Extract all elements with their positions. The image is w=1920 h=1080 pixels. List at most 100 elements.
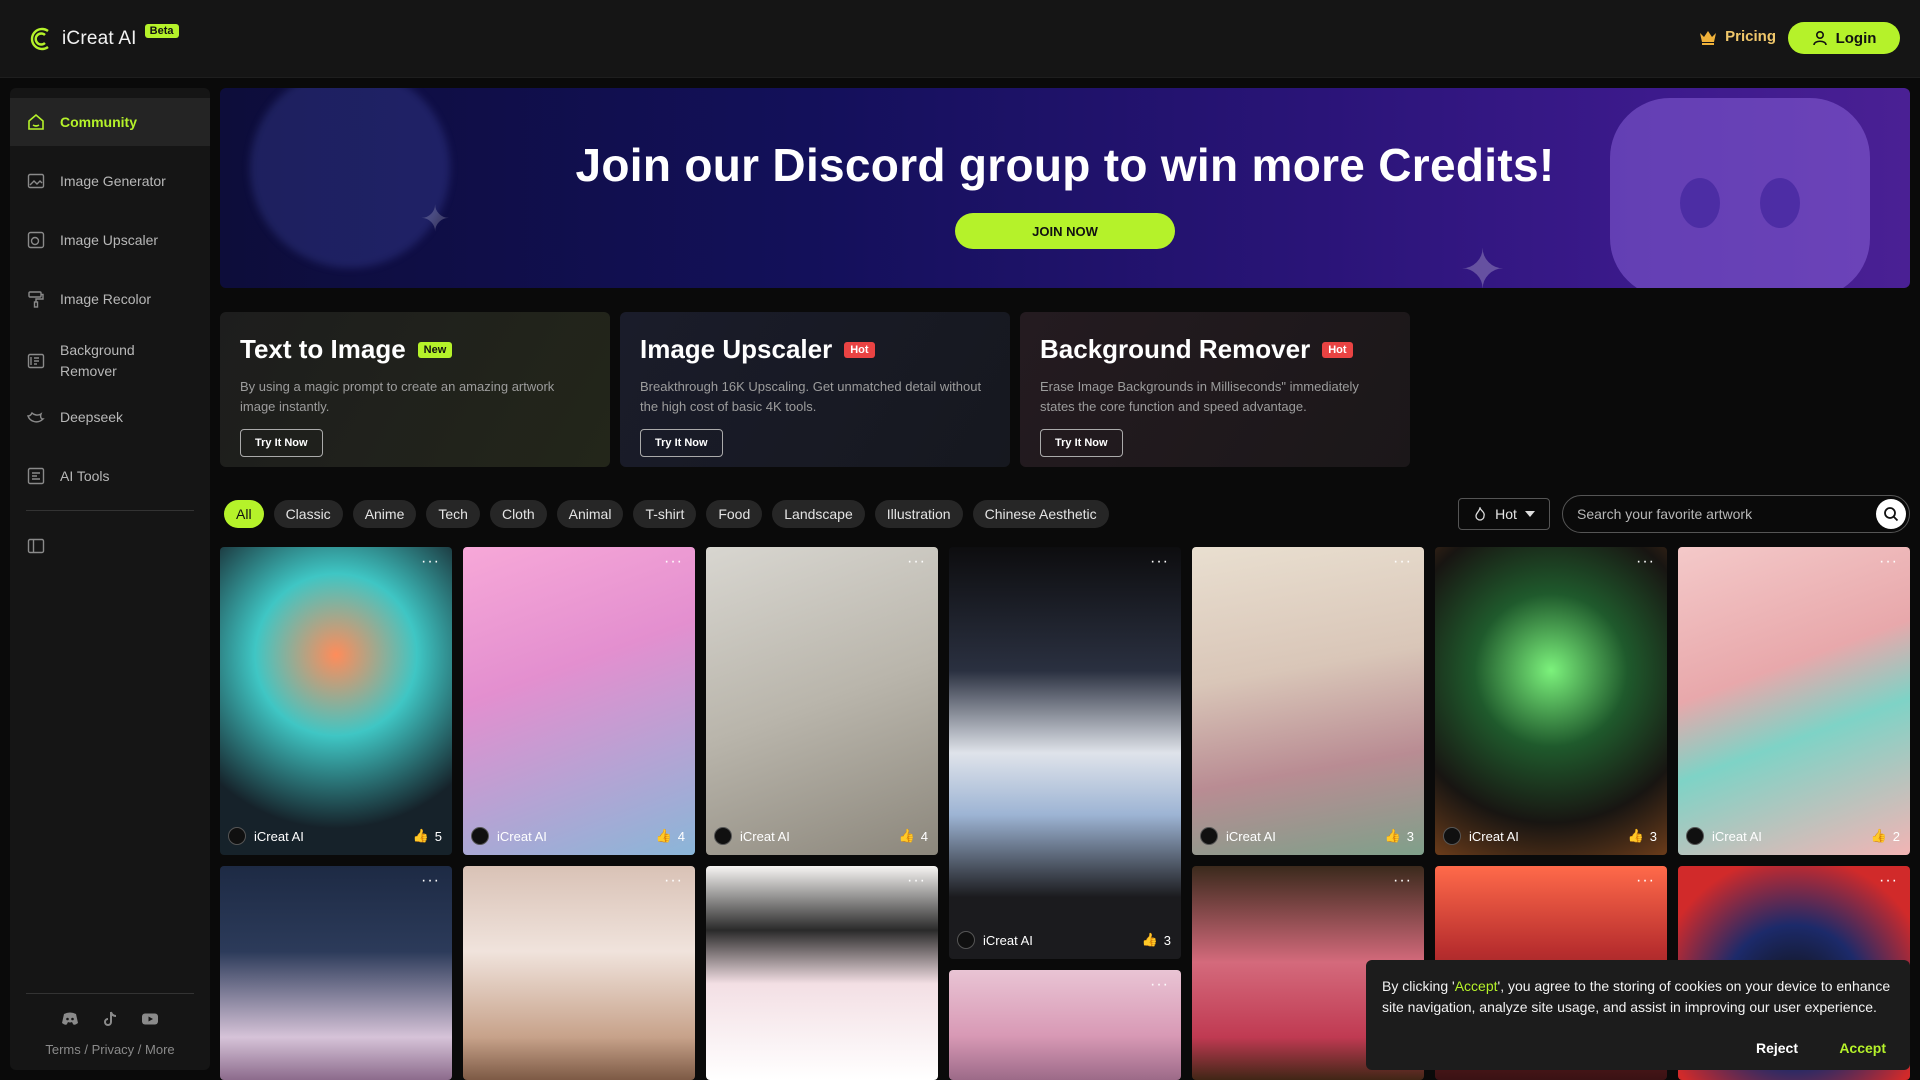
author-name: iCreat AI	[1712, 828, 1762, 844]
sort-dropdown[interactable]: Hot	[1458, 498, 1550, 530]
chip-t-shirt[interactable]: T-shirt	[633, 500, 697, 528]
artwork-card[interactable]: ··· iCreat AI 👍 3	[1192, 547, 1424, 855]
more-options-icon[interactable]: ···	[421, 553, 440, 571]
sort-label: Hot	[1495, 506, 1517, 522]
more-options-icon[interactable]: ···	[664, 872, 683, 890]
sidebar-item-label: Background Remover	[60, 342, 135, 379]
artwork-card[interactable]: ··· iCreat AI 👍 4	[463, 547, 695, 855]
banner-title: Join our Discord group to win more Credi…	[575, 139, 1555, 191]
footer-links[interactable]: Terms / Privacy / More	[10, 1042, 210, 1057]
chip-illustration[interactable]: Illustration	[874, 500, 963, 528]
search-bar	[1562, 495, 1910, 533]
more-options-icon[interactable]: ···	[907, 872, 926, 890]
card-footer: iCreat AI 👍 5	[228, 827, 442, 845]
search-button[interactable]	[1876, 499, 1906, 529]
like-count: 3	[1649, 828, 1657, 844]
chip-tech[interactable]: Tech	[426, 500, 480, 528]
more-options-icon[interactable]: ···	[1393, 553, 1412, 571]
cookie-message: By clicking 'Accept', you agree to the s…	[1382, 976, 1894, 1018]
youtube-icon[interactable]	[141, 1010, 159, 1028]
brand-name: iCreat AI	[62, 28, 137, 49]
more-options-icon[interactable]: ···	[1150, 976, 1169, 994]
like-button[interactable]: 👍 3	[1142, 932, 1171, 948]
author-name: iCreat AI	[1469, 828, 1519, 844]
feature-card-image-upscaler[interactable]: Image Upscaler Hot Breakthrough 16K Upsca…	[620, 312, 1010, 467]
category-filters: All Classic Anime Tech Cloth Animal T-sh…	[224, 500, 1109, 528]
artwork-card[interactable]: ···	[949, 970, 1181, 1080]
artwork-card[interactable]: ··· iCreat AI 👍 5	[220, 547, 452, 855]
join-now-button[interactable]: JOIN NOW	[955, 213, 1175, 249]
chip-animal[interactable]: Animal	[556, 500, 624, 528]
like-button[interactable]: 👍 3	[1385, 828, 1414, 844]
pricing-label: Pricing	[1725, 28, 1776, 45]
artwork-card[interactable]: ···	[220, 866, 452, 1080]
sidebar-item-label: AI Tools	[60, 467, 110, 484]
sidebar-item-ai-tools[interactable]: AI Tools	[10, 452, 210, 500]
sidebar-collapse-icon[interactable]	[26, 536, 46, 556]
sidebar-item-deepseek[interactable]: Deepseek	[10, 393, 210, 441]
reject-cookies-button[interactable]: Reject	[1756, 1040, 1798, 1056]
more-options-icon[interactable]: ···	[1150, 553, 1169, 571]
like-button[interactable]: 👍 5	[413, 828, 442, 844]
sidebar-item-image-generator[interactable]: Image Generator	[10, 157, 210, 205]
feature-description: Breakthrough 16K Upscaling. Get unmatche…	[640, 379, 982, 414]
chip-classic[interactable]: Classic	[273, 500, 343, 528]
like-button[interactable]: 👍 3	[1628, 828, 1657, 844]
artwork-card[interactable]: ···	[463, 866, 695, 1080]
feature-card-background-remover[interactable]: Background Remover Hot Erase Image Backgr…	[1020, 312, 1410, 467]
sidebar-item-label: Image Generator	[60, 172, 166, 189]
sidebar-divider	[26, 993, 194, 994]
discord-banner[interactable]: ✦ ✦ Join our Discord group to win more C…	[220, 88, 1910, 288]
accept-cookies-button[interactable]: Accept	[1839, 1040, 1886, 1056]
sparkle-icon: ✦	[420, 198, 451, 239]
like-button[interactable]: 👍 4	[899, 828, 928, 844]
brand[interactable]: iCreat AI Beta	[28, 24, 179, 52]
artwork-card[interactable]: ···	[706, 866, 938, 1080]
paint-roller-icon	[28, 291, 44, 308]
ai-tools-icon	[27, 467, 45, 485]
sidebar-item-image-upscaler[interactable]: Image Upscaler	[10, 216, 210, 264]
like-button[interactable]: 👍 2	[1871, 828, 1900, 844]
more-options-icon[interactable]: ···	[1879, 872, 1898, 890]
feature-title: Text to Image	[240, 334, 406, 364]
tiktok-icon[interactable]	[101, 1010, 119, 1028]
artwork-card[interactable]: ··· iCreat AI 👍 3	[949, 547, 1181, 959]
try-it-now-button[interactable]: Try It Now	[240, 429, 323, 457]
chevron-down-icon	[1524, 511, 1535, 517]
sidebar-item-background-remover[interactable]: Background Remover	[10, 334, 210, 388]
more-options-icon[interactable]: ···	[664, 553, 683, 571]
author-name: iCreat AI	[254, 828, 304, 844]
artwork-card[interactable]: ··· iCreat AI 👍 2	[1678, 547, 1910, 855]
chip-landscape[interactable]: Landscape	[772, 500, 865, 528]
more-options-icon[interactable]: ···	[1393, 872, 1412, 890]
discord-icon[interactable]	[61, 1010, 79, 1028]
more-options-icon[interactable]: ···	[421, 872, 440, 890]
author-name: iCreat AI	[497, 828, 547, 844]
search-input[interactable]	[1577, 506, 1867, 522]
feature-card-text-to-image[interactable]: Text to Image New By using a magic prompt…	[220, 312, 610, 467]
like-count: 4	[920, 828, 928, 844]
sidebar-item-label: Deepseek	[60, 408, 124, 425]
more-options-icon[interactable]: ···	[1879, 553, 1898, 571]
login-button[interactable]: Login	[1788, 22, 1900, 54]
pricing-link[interactable]: Pricing	[1699, 28, 1776, 45]
search-icon	[1884, 507, 1899, 522]
more-options-icon[interactable]: ···	[907, 553, 926, 571]
avatar	[714, 827, 732, 845]
more-options-icon[interactable]: ···	[1636, 553, 1655, 571]
sparkle-icon: ✦	[1460, 240, 1506, 288]
artwork-card[interactable]: ··· iCreat AI 👍 4	[706, 547, 938, 855]
chip-all[interactable]: All	[224, 500, 264, 528]
more-options-icon[interactable]: ···	[1636, 872, 1655, 890]
sidebar-item-community[interactable]: Community	[10, 98, 210, 146]
like-button[interactable]: 👍 4	[656, 828, 685, 844]
chip-anime[interactable]: Anime	[352, 500, 417, 528]
artwork-card[interactable]: ··· iCreat AI 👍 3	[1435, 547, 1667, 855]
chip-food[interactable]: Food	[706, 500, 763, 528]
try-it-now-button[interactable]: Try It Now	[1040, 429, 1123, 457]
sidebar-item-image-recolor[interactable]: Image Recolor	[10, 275, 210, 323]
chip-chinese-aesthetic[interactable]: Chinese Aesthetic	[972, 500, 1109, 528]
card-footer: iCreat AI 👍 3	[1443, 827, 1657, 845]
try-it-now-button[interactable]: Try It Now	[640, 429, 723, 457]
chip-cloth[interactable]: Cloth	[489, 500, 547, 528]
